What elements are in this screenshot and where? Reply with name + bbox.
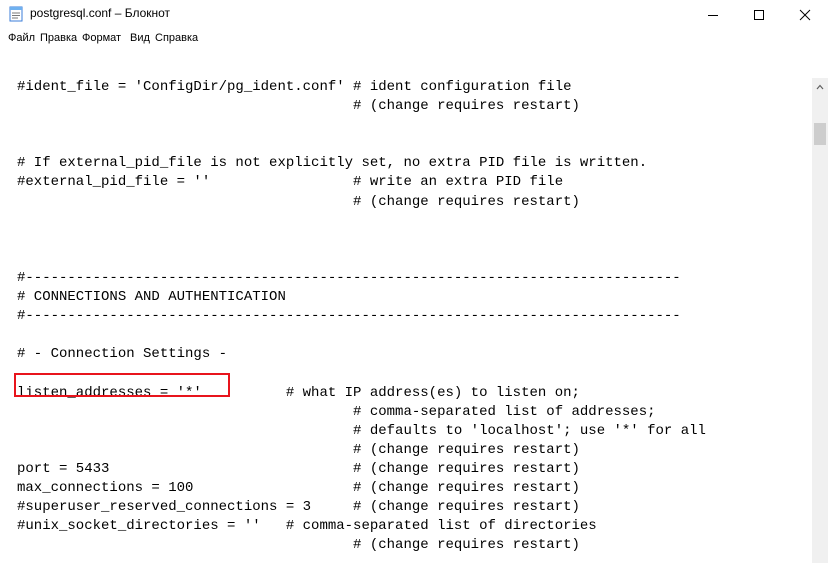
text-line [17,135,706,154]
scroll-up-button[interactable] [812,78,828,95]
text-line [17,326,706,345]
text-line: # If external_pid_file is not explicitly… [17,155,648,172]
text-line: #ident_file = 'ConfigDir/pg_ident.conf' … [17,79,572,95]
menu-edit[interactable]: Правка [40,32,77,44]
window-title: postgresql.conf – Блокнот [30,6,171,20]
title-bar: postgresql.conf – Блокнот [0,0,828,29]
menu-format[interactable]: Формат [82,32,121,44]
text-line: # defaults to 'localhost'; use '*' for a… [17,422,706,439]
text-line: # (change requires restart) [17,441,580,458]
menu-view[interactable]: Вид [130,32,150,44]
notepad-icon [9,6,23,22]
text-editor[interactable]: #ident_file = 'ConfigDir/pg_ident.conf' … [0,49,812,563]
text-line: # CONNECTIONS AND AUTHENTICATION [17,289,286,306]
maximize-button[interactable] [736,0,782,29]
vertical-scrollbar[interactable] [812,78,828,563]
menu-help[interactable]: Справка [155,32,198,44]
text-line: # (change requires restart) [17,98,580,115]
text-line: #---------------------------------------… [17,269,681,286]
text-line [17,250,706,269]
menu-file[interactable]: Файл [8,32,35,44]
text-line: #superuser_reserved_connections = 3 # (c… [17,499,580,516]
editor-lines: #ident_file = 'ConfigDir/pg_ident.conf' … [17,78,706,555]
text-line: # comma-separated list of addresses; [17,403,656,420]
menu-bar: Файл Правка Формат Вид Справка [0,29,828,49]
highlight-box [14,373,230,397]
text-line: port = 5433 # (change requires restart) [17,460,580,477]
text-line [17,116,706,135]
text-line: # (change requires restart) [17,193,580,210]
minimize-button[interactable] [690,0,736,29]
maximize-icon [754,9,764,20]
text-line [17,212,706,231]
text-line: #---------------------------------------… [17,308,681,325]
close-button[interactable] [782,0,828,29]
close-icon [799,9,811,20]
minimize-icon [708,14,718,16]
text-line: max_connections = 100 # (change requires… [17,479,580,496]
chevron-up-icon [816,84,824,89]
text-line: # - Connection Settings - [17,346,228,363]
text-line: # (change requires restart) [17,537,580,554]
text-line [17,231,706,250]
text-line: #unix_socket_directories = '' # comma-se… [17,518,597,535]
scroll-thumb[interactable] [814,123,826,145]
text-line: #external_pid_file = '' # write an extra… [17,174,564,191]
